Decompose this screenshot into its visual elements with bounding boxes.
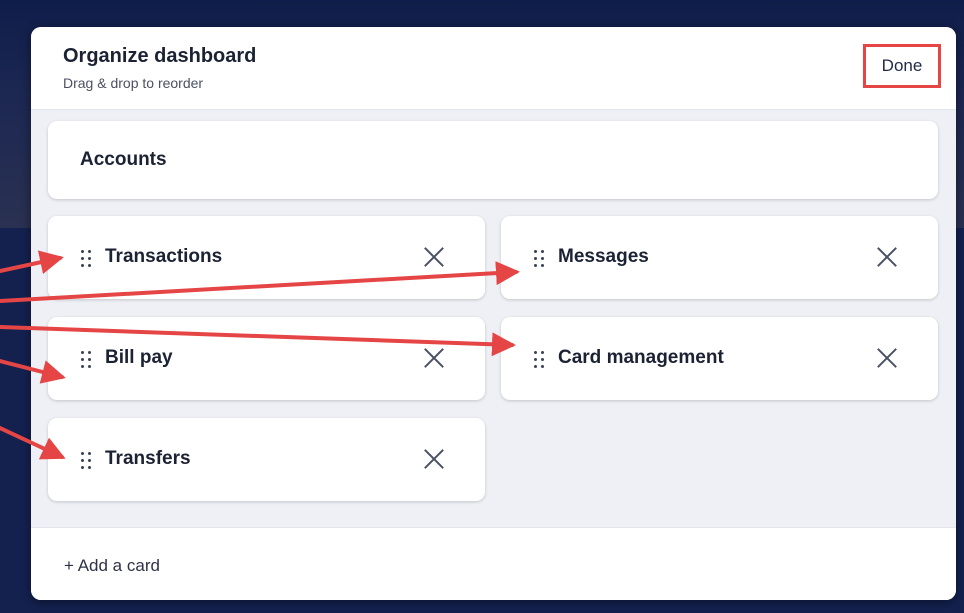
add-card-link[interactable]: + Add a card — [64, 556, 160, 576]
card-label: Transactions — [105, 246, 223, 267]
accounts-card-label: Accounts — [80, 149, 167, 170]
accounts-card: Accounts — [48, 121, 938, 199]
dialog-footer: + Add a card — [31, 527, 956, 600]
dialog-title: Organize dashboard — [63, 45, 257, 67]
dashboard-card-card-management[interactable]: Card management — [501, 317, 938, 400]
close-icon[interactable] — [876, 347, 898, 369]
drag-handle-icon[interactable] — [80, 451, 94, 469]
close-icon[interactable] — [876, 246, 898, 268]
dialog-header: Organize dashboard Drag & drop to reorde… — [31, 27, 956, 110]
organize-dashboard-dialog: Organize dashboard Drag & drop to reorde… — [31, 27, 956, 600]
drag-handle-icon[interactable] — [80, 249, 94, 267]
close-icon[interactable] — [423, 448, 445, 470]
dashboard-card-messages[interactable]: Messages — [501, 216, 938, 299]
card-label: Transfers — [105, 448, 191, 469]
drag-handle-icon[interactable] — [533, 350, 547, 368]
card-label: Messages — [558, 246, 649, 267]
done-button[interactable]: Done — [867, 48, 937, 84]
dashboard-card-transfers[interactable]: Transfers — [48, 418, 485, 501]
dashboard-card-transactions[interactable]: Transactions — [48, 216, 485, 299]
dashboard-card-bill-pay[interactable]: Bill pay — [48, 317, 485, 400]
drag-handle-icon[interactable] — [80, 350, 94, 368]
dialog-subtitle: Drag & drop to reorder — [63, 75, 204, 91]
card-label: Bill pay — [105, 347, 173, 368]
close-icon[interactable] — [423, 347, 445, 369]
card-label: Card management — [558, 347, 724, 368]
close-icon[interactable] — [423, 246, 445, 268]
drag-handle-icon[interactable] — [533, 249, 547, 267]
